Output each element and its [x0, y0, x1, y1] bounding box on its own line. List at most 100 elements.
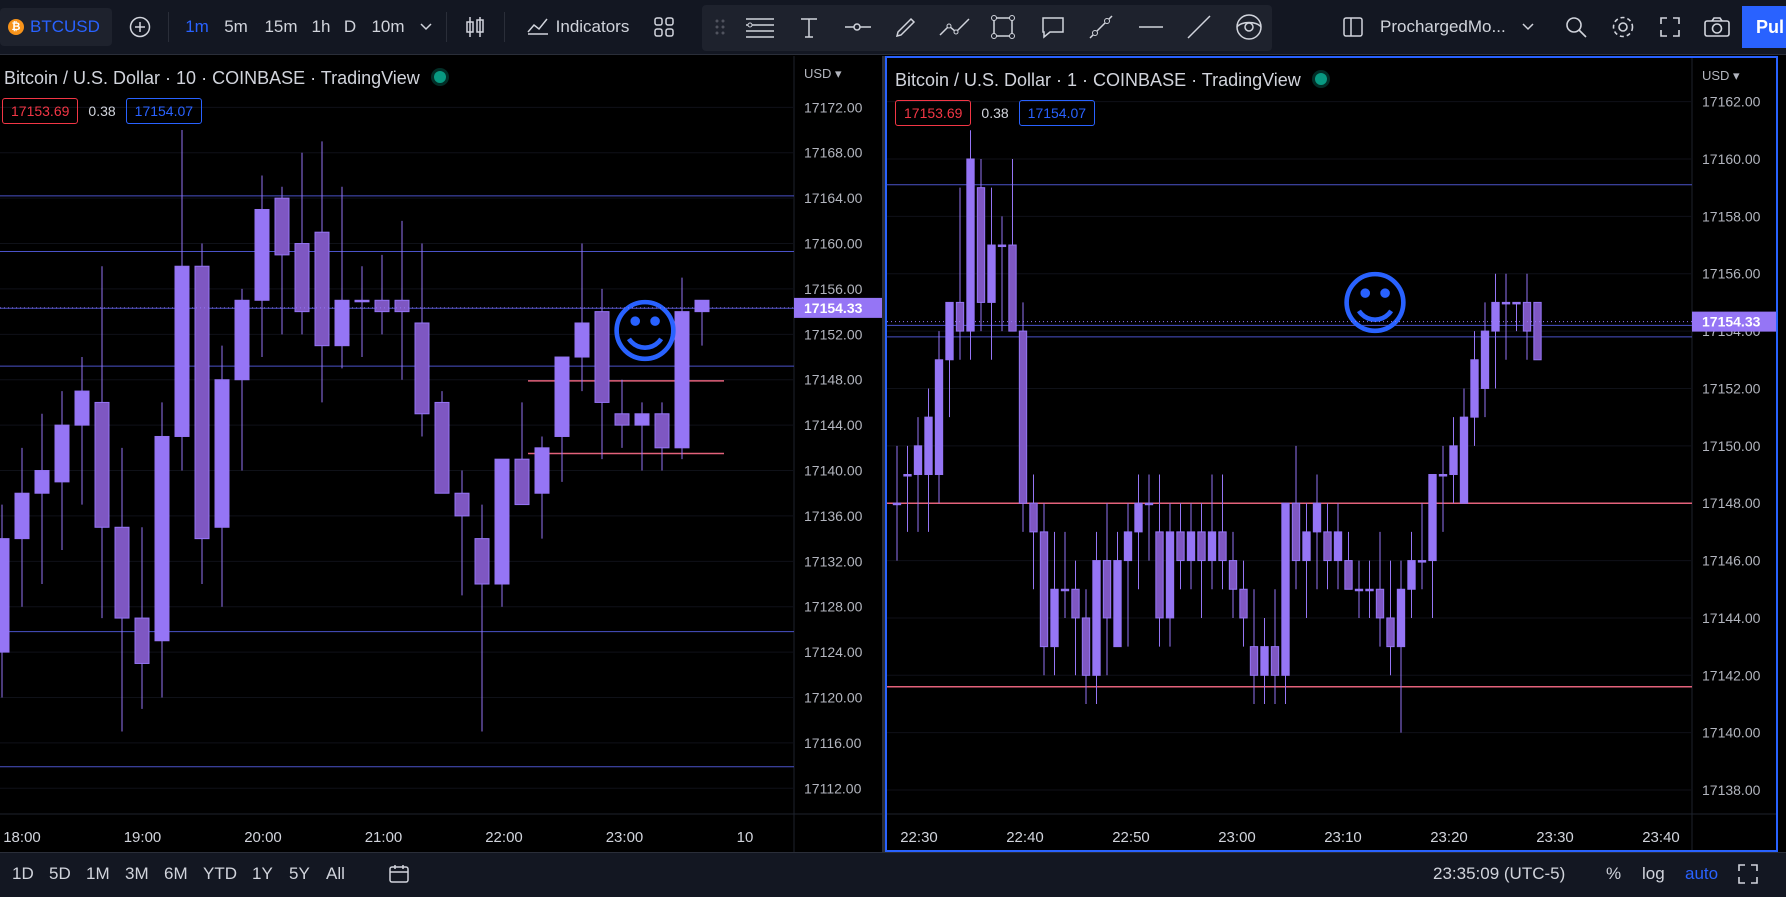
candle-body	[374, 299, 390, 313]
candle-body	[1092, 560, 1101, 676]
range-ytd[interactable]: YTD	[203, 864, 237, 884]
snapshot-icon[interactable]	[1702, 8, 1732, 46]
candle-body	[1459, 416, 1469, 504]
interval-15m[interactable]: 15m	[262, 8, 300, 46]
search-icon[interactable]	[1563, 8, 1589, 46]
percent-toggle[interactable]: %	[1606, 864, 1621, 884]
candle-body	[1071, 588, 1080, 619]
candle-body	[414, 322, 430, 415]
ask-price[interactable]: 17154.07	[125, 98, 203, 124]
range-all[interactable]: All	[326, 864, 345, 884]
fullscreen-icon[interactable]	[1737, 863, 1759, 890]
fullscreen-icon[interactable]	[1657, 8, 1683, 46]
interval-10m[interactable]: 10m	[368, 8, 408, 46]
range-1d[interactable]: 1D	[12, 864, 34, 884]
bar-type-icon[interactable]	[462, 8, 488, 46]
log-toggle[interactable]: log	[1642, 864, 1665, 884]
rectangle-icon[interactable]	[988, 8, 1018, 46]
templates-icon[interactable]	[651, 8, 677, 46]
candle-body	[1039, 531, 1049, 648]
trend-line-icon[interactable]	[1184, 8, 1214, 46]
candle-body	[1018, 330, 1028, 504]
candle-body	[214, 379, 230, 528]
candle-body	[534, 447, 550, 494]
date-range-icon[interactable]	[388, 863, 410, 890]
bottom-toolbar: 1D 5D 1M 3M 6M YTD 1Y 5Y All 23:35:09 (U…	[0, 852, 1786, 897]
add-symbol-icon[interactable]	[125, 8, 155, 46]
price-tick-label: 17156.00	[1702, 266, 1761, 282]
settings-icon[interactable]	[1609, 8, 1637, 46]
price-tick-label: 17148.00	[1702, 495, 1761, 511]
candle-body	[1176, 531, 1185, 562]
horizontal-ray-icon[interactable]	[843, 8, 873, 46]
interval-5m[interactable]: 5m	[222, 8, 250, 46]
interval-1h[interactable]: 1h	[308, 8, 334, 46]
candle-body	[1470, 359, 1479, 418]
candle-body	[1323, 531, 1332, 562]
text-icon[interactable]	[796, 8, 822, 46]
candle-body	[1386, 617, 1395, 648]
trend-angle-icon[interactable]	[1086, 8, 1116, 46]
horizontal-line-icon[interactable]	[1136, 8, 1166, 46]
clock[interactable]: 23:35:09 (UTC-5)	[1433, 864, 1565, 884]
candle-body	[694, 299, 710, 313]
range-3m[interactable]: 3M	[125, 864, 149, 884]
range-1y[interactable]: 1Y	[252, 864, 273, 884]
bid-price[interactable]: 17153.69	[895, 100, 972, 126]
ask-price[interactable]: 17154.07	[1018, 100, 1096, 126]
candle-body	[1501, 301, 1511, 305]
chart-legend-left[interactable]: Bitcoin / U.S. Dollar · 10 · COINBASE · …	[4, 68, 446, 89]
chart-legend-right[interactable]: Bitcoin / U.S. Dollar · 1 · COINBASE · T…	[895, 70, 1327, 91]
layout-icon[interactable]	[1340, 8, 1366, 46]
candle-body	[1438, 474, 1448, 477]
indicators-label: Indicators	[555, 17, 630, 36]
layout-name-button[interactable]: ProchargedMo...	[1380, 8, 1535, 46]
symbol-search-button[interactable]: ₿ BTCUSD	[0, 8, 112, 46]
chevron-down-icon[interactable]	[418, 8, 434, 46]
drag-handle-icon[interactable]	[710, 8, 730, 46]
chart-canvas-left[interactable]: 17172.00 17168.00 17164.00 17160.00 17156.00…	[0, 56, 882, 852]
callout-icon[interactable]	[1038, 8, 1068, 46]
candle-body	[1134, 502, 1143, 533]
price-tick-label: 17148.00	[804, 372, 863, 388]
candle-body	[654, 413, 670, 449]
candle-body	[976, 187, 986, 303]
smiley-drawing: ☺	[1339, 263, 1412, 345]
time-tick-label: 22:40	[1006, 829, 1044, 846]
candle-body	[194, 265, 210, 540]
range-1m[interactable]: 1M	[86, 864, 110, 884]
candle-body	[0, 538, 10, 653]
bid-ask-left: 17153.69 0.38 17154.07	[2, 98, 203, 124]
candle-body	[945, 301, 954, 361]
path-icon[interactable]	[937, 8, 973, 46]
candle-body	[1333, 531, 1343, 562]
chart-canvas-right[interactable]: 17162.0017160.0017158.0017156.0017154.00…	[887, 58, 1776, 850]
candle-body	[1060, 588, 1070, 592]
time-tick-label: 23:10	[1324, 829, 1362, 846]
candle-body	[987, 244, 996, 303]
publish-button[interactable]: Pul	[1742, 6, 1786, 48]
bid-price[interactable]: 17153.69	[2, 98, 79, 124]
lines-icon[interactable]	[740, 8, 780, 46]
chart-pane-right[interactable]: 17162.0017160.0017158.0017156.0017154.00…	[885, 56, 1778, 852]
time-tick-label: 23:30	[1536, 829, 1574, 846]
interval-1m[interactable]: 1m	[183, 8, 211, 46]
indicators-button[interactable]: Indicators	[520, 8, 635, 46]
brush-icon[interactable]	[893, 8, 919, 46]
range-5y[interactable]: 5Y	[289, 864, 310, 884]
candle-body	[1029, 502, 1038, 533]
candle-body	[354, 299, 370, 303]
time-tick-label: 22:30	[900, 829, 938, 846]
chevron-down-icon[interactable]	[1520, 8, 1536, 46]
time-tick-label: 20:00	[244, 829, 282, 846]
bid-ask-right: 17153.69 0.38 17154.07	[895, 100, 1096, 126]
price-tick-label: 17112.00	[804, 780, 862, 796]
range-6m[interactable]: 6M	[164, 864, 188, 884]
symbol-label: BTCUSD	[30, 17, 100, 36]
candle-body	[474, 538, 490, 585]
auto-toggle[interactable]: auto	[1685, 864, 1718, 884]
hide-drawings-icon[interactable]	[1233, 8, 1265, 46]
chart-pane-left[interactable]: 17172.00 17168.00 17164.00 17160.00 17156.00…	[0, 56, 882, 852]
range-5d[interactable]: 5D	[49, 864, 71, 884]
interval-d[interactable]: D	[342, 8, 358, 46]
